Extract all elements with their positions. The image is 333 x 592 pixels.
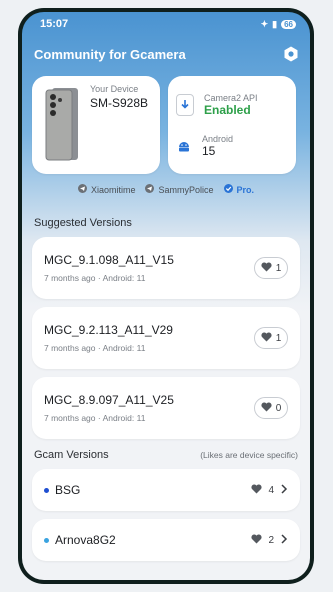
- gcam-like-count: 4: [268, 484, 274, 496]
- android-value: 15: [202, 143, 216, 158]
- gcam-header: Gcam Versions (Likes are device specific…: [22, 449, 310, 461]
- signal-icon: ▮: [272, 18, 278, 29]
- settings-gear-icon[interactable]: [282, 45, 300, 63]
- device-card: Your Device SM-S928B: [32, 76, 160, 174]
- version-name: MGC_9.2.113_A11_V29: [44, 323, 173, 337]
- gcam-item-arnova8g2[interactable]: Arnova8G2 2: [32, 519, 300, 561]
- telegram-icon: [145, 184, 155, 195]
- version-card-2[interactable]: MGC_9.2.113_A11_V29 7 months ago · Andro…: [32, 307, 300, 369]
- gcam-title: Gcam Versions: [34, 449, 109, 461]
- version-name: MGC_8.9.097_A11_V25: [44, 393, 174, 407]
- like-count: 1: [275, 332, 282, 344]
- suggested-title: Suggested Versions: [34, 217, 132, 229]
- credit-sammypolice-label: SammyPolice: [158, 184, 214, 195]
- version-card-3[interactable]: MGC_8.9.097_A11_V25 7 months ago · Andro…: [32, 377, 300, 439]
- camera2-value: Enabled: [204, 102, 251, 117]
- status-dot: [44, 537, 49, 543]
- phone-frame: 15:07 ✦ ▮ 66 Community for Gcamera Your …: [18, 8, 314, 584]
- app-screen: 15:07 ✦ ▮ 66 Community for Gcamera Your …: [22, 12, 310, 580]
- credit-sammypolice[interactable]: SammyPolice: [145, 184, 214, 195]
- android-label: Android: [202, 133, 234, 144]
- heart-icon: [251, 483, 263, 497]
- app-title: Community for Gcamera: [34, 46, 186, 62]
- version-card-1[interactable]: MGC_9.1.098_A11_V15 7 months ago · Andro…: [32, 237, 300, 299]
- credits-row: Xiaomitime SammyPolice Pro.: [22, 184, 310, 195]
- wifi-icon: ✦: [260, 18, 269, 29]
- like-button[interactable]: 1: [254, 257, 288, 279]
- gcam-note: (Likes are device specific): [200, 450, 298, 460]
- android-row: Android 15: [176, 134, 288, 158]
- chevron-right-icon: [280, 483, 288, 497]
- heart-icon: [251, 533, 263, 547]
- status-icons: ✦ ▮ 66: [261, 19, 296, 30]
- credit-xiaomitime[interactable]: Xiaomitime: [77, 184, 136, 195]
- like-button[interactable]: 0: [254, 397, 288, 419]
- status-time: 15:07: [40, 18, 69, 30]
- like-count: 1: [275, 262, 282, 274]
- heart-icon: [261, 401, 272, 415]
- status-bar: 15:07 ✦ ▮ 66: [22, 12, 310, 36]
- android-robot-icon: [176, 136, 192, 156]
- gcam-name: BSG: [55, 483, 81, 497]
- camera2-label: Camera2 API: [204, 92, 258, 103]
- credit-xiaomitime-label: Xiaomitime: [90, 184, 136, 195]
- battery-badge: 66: [281, 19, 296, 29]
- device-phone-image: [40, 84, 84, 164]
- camera2-row: Camera2 API Enabled: [176, 93, 288, 117]
- gcam-like-count: 2: [268, 534, 274, 546]
- gcam-item-bsg[interactable]: BSG 4: [32, 469, 300, 511]
- version-name: MGC_9.1.098_A11_V15: [44, 253, 174, 267]
- version-meta: 7 months ago · Android: 11: [44, 273, 146, 283]
- device-label: Your Device: [90, 84, 139, 94]
- version-meta: 7 months ago · Android: 11: [44, 413, 146, 423]
- gcam-name: Arnova8G2: [55, 533, 116, 547]
- like-count: 0: [275, 402, 282, 414]
- device-info: Your Device SM-S928B: [90, 84, 148, 166]
- like-button[interactable]: 1: [254, 327, 288, 349]
- version-meta: 7 months ago · Android: 11: [44, 343, 146, 353]
- chevron-right-icon: [280, 533, 288, 547]
- pro-label: Pro.: [236, 184, 255, 195]
- download-arrow-icon: [176, 93, 194, 116]
- telegram-icon: [77, 184, 87, 195]
- status-dot: [44, 487, 49, 493]
- heart-icon: [261, 331, 272, 345]
- pro-badge[interactable]: Pro.: [223, 184, 255, 195]
- api-card: Camera2 API Enabled Android 15: [168, 76, 296, 174]
- info-cards-row: Your Device SM-S928B Camera2 API Enabled: [22, 72, 310, 174]
- verified-check-icon: [223, 184, 233, 195]
- app-bar: Community for Gcamera: [22, 36, 310, 72]
- device-model: SM-S928B: [90, 96, 149, 110]
- heart-icon: [261, 261, 272, 275]
